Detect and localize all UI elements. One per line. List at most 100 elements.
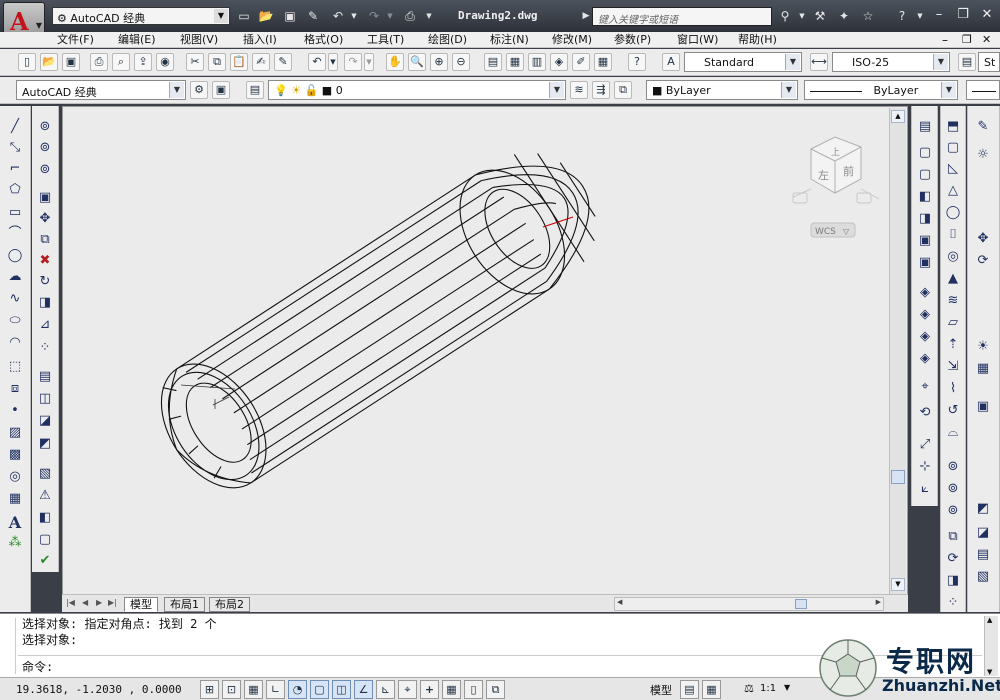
erase-icon[interactable]: ✖ [36,252,54,270]
array-icon[interactable]: ⁘ [36,339,54,357]
helix-icon[interactable]: ≋ [944,292,962,310]
quickcalc-icon[interactable]: ▦ [594,53,612,71]
snap-mode-icon[interactable]: ⊡ [222,680,241,699]
scroll-down-icon[interactable]: ▼ [891,578,905,591]
layer-states-icon[interactable]: ⧉ [614,81,632,99]
horizontal-scrollbar[interactable]: ◀ ▶ [614,597,884,611]
workspace-dropdown[interactable]: ⚙ AutoCAD 经典 ▼ [52,7,230,25]
polyline-icon[interactable]: ⌐ [6,160,24,178]
save-as-icon[interactable]: ✎ [305,8,321,24]
move-icon[interactable]: ✥ [36,210,54,228]
loft-icon[interactable]: ⌓ [944,424,962,442]
3d-copy-icon[interactable]: ⧉ [36,231,54,249]
ne-iso-icon[interactable]: ◈ [916,328,934,346]
polygon-icon[interactable]: ⬠ [6,181,24,199]
block-editor-icon[interactable]: ✎ [274,53,292,71]
close-button[interactable]: ✕ [976,7,998,25]
tab-model[interactable]: 模型 [124,597,158,612]
paste-icon[interactable]: 📋 [230,53,248,71]
menu-modify[interactable]: 修改(M) [552,32,592,48]
pan-hand-icon[interactable]: ✋ [386,53,404,71]
spline-icon[interactable]: ∿ [6,290,24,308]
design-center-icon[interactable]: ▦ [506,53,524,71]
named-views-icon[interactable]: ▤ [916,118,934,136]
menu-draw[interactable]: 绘图(D) [428,32,467,48]
transparency-icon[interactable]: ▦ [442,680,461,699]
scroll-up-icon[interactable]: ▲ [891,110,905,123]
3d-mirror-icon[interactable]: ◨ [36,294,54,312]
plot-icon[interactable]: ⎙ [402,8,418,24]
help-icon[interactable]: ? [628,53,646,71]
layer-properties-icon[interactable]: ▤ [246,81,264,99]
grid-display-icon[interactable]: ▦ [244,680,263,699]
quick-view-drawings-icon[interactable]: ▦ [702,680,721,699]
insert-block-icon[interactable]: ⬚ [6,358,24,376]
lineweight-icon[interactable]: + [420,680,439,699]
new-file-icon[interactable]: ▭ [236,8,252,24]
match-properties-icon[interactable]: ✍ [252,53,270,71]
quick-view-layouts-icon[interactable]: ▤ [680,680,699,699]
ucs-origin-icon[interactable]: ⊹ [916,458,934,476]
tool-palettes-icon[interactable]: ▥ [528,53,546,71]
presspull-icon[interactable]: ⇲ [944,358,962,376]
vertical-scrollbar[interactable]: ▲ ▼ [889,108,906,594]
pan-axis-icon[interactable]: ✥ [974,230,992,248]
scroll-right-icon[interactable]: ▶ [876,598,881,606]
render-icon[interactable]: ◩ [974,500,992,518]
cylinder-icon[interactable]: ⌷ [944,226,962,244]
layer-dropdown[interactable]: 💡 ☀ 🔓 ■ 0 ▼ [268,80,566,100]
material-icon[interactable]: ▦ [974,360,992,378]
ellipse-icon[interactable]: ⬭ [6,312,24,330]
3d-move-icon[interactable]: ⧉ [944,528,962,546]
orbit-icon[interactable]: ⟳ [974,252,992,270]
construction-line-icon[interactable]: ⤡ [6,139,24,157]
menu-tools[interactable]: 工具(T) [367,32,404,48]
point-icon[interactable]: • [6,402,24,420]
infer-constraints-icon[interactable]: ⊞ [200,680,219,699]
menu-edit[interactable]: 编辑(E) [118,32,156,48]
linetype-dropdown[interactable]: ByLayer ▼ [804,80,958,100]
doc-close-button[interactable]: ✕ [982,32,991,48]
color-dropdown[interactable]: ■ ByLayer ▼ [646,80,798,100]
revision-cloud-icon[interactable]: ☁ [6,268,24,286]
selection-cycling-icon[interactable]: ⧉ [486,680,505,699]
workspace-combo[interactable]: AutoCAD 经典 ▼ [16,80,186,100]
top-view-icon[interactable]: ▢ [916,144,934,162]
gradient-icon[interactable]: ▩ [6,446,24,464]
ucs-zaxis-icon[interactable]: ⟀ [916,480,934,498]
annotation-scale-value[interactable]: 1:1 [760,683,776,694]
markup-icon[interactable]: ✐ [572,53,590,71]
render-preset-icon[interactable]: ▤ [974,546,992,564]
camera-icon[interactable]: ⌖ [916,378,934,396]
ellipse-arc-icon[interactable]: ◠ [6,334,24,352]
clean-icon[interactable]: ⚠ [36,487,54,505]
layer-previous-icon[interactable]: ⇶ [592,81,610,99]
plot-icon[interactable]: ⎙ [90,53,108,71]
annotation-scale-icon[interactable]: ⚖ [744,682,754,695]
add-selected-icon[interactable]: ⁂ [6,534,24,552]
lineweight-dropdown[interactable] [966,80,1000,100]
model-space-viewport[interactable]: 上 左 前 WCS ▽ [62,106,908,596]
move-faces-icon[interactable]: ◫ [36,390,54,408]
3d-dwf-icon[interactable]: ◉ [156,53,174,71]
3d-align-icon[interactable]: ⊿ [36,316,54,334]
communication-center-icon[interactable]: ✦ [836,8,852,24]
search-dropdown-icon[interactable]: ▼ [794,8,810,24]
table-icon[interactable]: ▦ [6,490,24,508]
new-icon[interactable]: ▯ [18,53,36,71]
lights-icon[interactable]: ☼ [974,146,992,164]
horizontal-scroll-thumb[interactable] [795,599,807,609]
favorites-star-icon[interactable]: ☆ [860,8,876,24]
text-style-icon[interactable]: A [662,53,680,71]
region-icon[interactable]: ◎ [6,468,24,486]
chevron-down-icon[interactable]: ▼ [784,683,790,692]
union-icon[interactable]: ⊚ [36,118,54,136]
shell-icon[interactable]: ▢ [36,531,54,549]
search-input[interactable]: 键入关键字或短语 [592,7,772,26]
undo-icon[interactable]: ↶ [330,8,346,24]
vertical-scroll-thumb[interactable] [891,470,905,484]
edit-pencil-icon[interactable]: ✎ [974,118,992,136]
table-style-icon[interactable]: ▤ [958,53,976,71]
back-view-icon[interactable]: ▣ [916,254,934,272]
offset-faces-icon[interactable]: ◪ [36,412,54,430]
